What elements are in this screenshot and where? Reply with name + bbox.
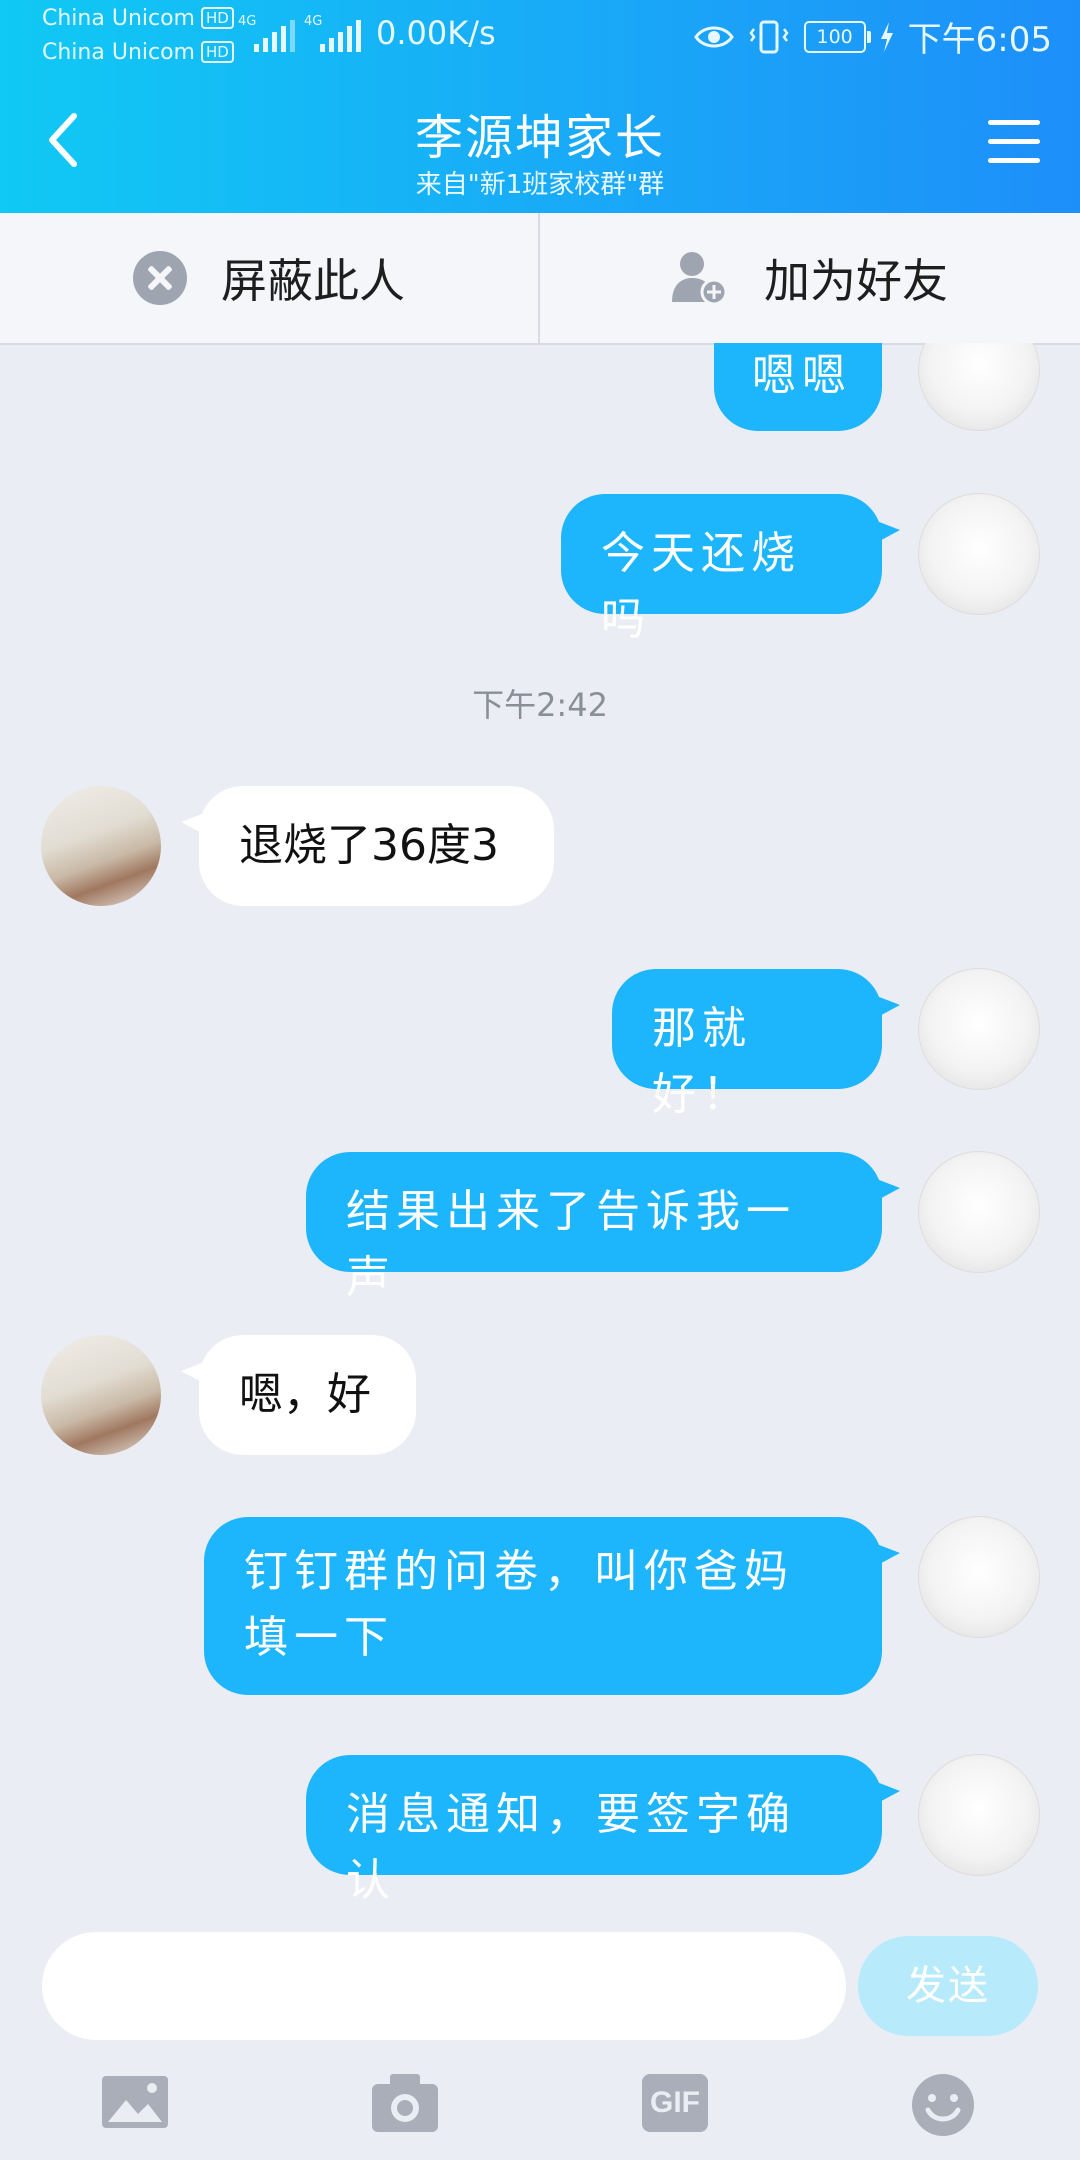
message-bubble-outgoing[interactable]: 消息通知，要签字确认 (306, 1755, 900, 1906)
status-bar: China Unicom HD China Unicom HD 4G 4G 0.00… (42, 6, 1052, 65)
add-friend-button[interactable]: 加为好友 (540, 213, 1078, 343)
header-bar: China Unicom HD China Unicom HD 4G 4G 0.00… (0, 0, 1080, 213)
page-subtitle: 来自"新1班家校群"群 (415, 170, 665, 200)
battery-icon: 100 (803, 20, 871, 53)
clock: 下午6:05 (907, 20, 1052, 60)
message-text: 退烧了36度3 (239, 820, 499, 871)
charging-icon (880, 21, 893, 52)
avatar[interactable] (918, 1754, 1040, 1876)
carrier-1: China Unicom HD (42, 6, 234, 31)
menu-button[interactable] (988, 120, 1040, 166)
message-text: 钉钉群的问卷，叫你爸妈填一下 (244, 1546, 794, 1663)
message-timestamp: 下午2:42 (472, 686, 608, 724)
avatar[interactable] (918, 493, 1040, 615)
message-bubble-outgoing[interactable]: 结果出来了告诉我一声 (306, 1152, 900, 1303)
status-right: 100 下午6:05 (693, 12, 1052, 61)
avatar[interactable] (918, 968, 1040, 1090)
message-text: 今天还烧吗 (601, 528, 801, 645)
action-bar: 屏蔽此人 加为好友 (0, 213, 1080, 345)
emoji-icon (912, 2074, 974, 2136)
message-text: 那就好！ (652, 1003, 752, 1120)
hd-badge: HD (200, 41, 234, 63)
block-icon (133, 251, 187, 305)
image-icon (102, 2076, 168, 2128)
gif-label: GIF (650, 2086, 700, 2119)
message-input[interactable] (42, 1932, 846, 2040)
message-bubble-incoming[interactable]: 退烧了36度3 (181, 786, 554, 906)
message-text: 结果出来了告诉我一声 (346, 1186, 796, 1303)
add-friend-label: 加为好友 (764, 254, 948, 308)
chat-area[interactable]: 嗯嗯 今天还烧吗 下午2:42 退烧了36度3 那就好！ 结果出来了告诉我一声 … (0, 343, 1080, 1913)
carrier-2: China Unicom HD (42, 40, 234, 65)
composer-toolbar: GIF (0, 2060, 1080, 2160)
camera-button[interactable] (370, 2072, 440, 2138)
menu-icon (988, 120, 1040, 125)
block-user-button[interactable]: 屏蔽此人 (0, 213, 538, 343)
send-button[interactable]: 发送 (858, 1936, 1038, 2036)
avatar[interactable] (918, 1516, 1040, 1638)
avatar[interactable] (918, 343, 1040, 431)
message-bubble-outgoing[interactable]: 那就好！ (612, 969, 900, 1120)
message-bubble-outgoing[interactable]: 钉钉群的问卷，叫你爸妈填一下 (204, 1517, 900, 1695)
eye-icon (693, 26, 734, 47)
block-user-label: 屏蔽此人 (221, 254, 405, 308)
avatar[interactable] (918, 1151, 1040, 1273)
message-bubble-incoming[interactable]: 嗯，好 (181, 1335, 416, 1455)
avatar[interactable] (41, 786, 161, 906)
message-text: 嗯，好 (239, 1369, 371, 1420)
message-text: 嗯嗯 (752, 350, 852, 401)
hd-badge: HD (200, 7, 234, 29)
network-speed: 0.00K/s (376, 14, 496, 52)
add-friend-icon (672, 252, 728, 306)
avatar[interactable] (41, 1335, 161, 1455)
message-text: 消息通知，要签字确认 (346, 1789, 796, 1906)
camera-icon (372, 2074, 438, 2132)
emoji-button[interactable] (910, 2072, 980, 2138)
message-bubble-outgoing[interactable]: 今天还烧吗 (561, 494, 900, 645)
message-bubble-outgoing[interactable]: 嗯嗯 (714, 343, 882, 431)
page-title: 李源坤家长 (414, 110, 665, 166)
vibrate-icon (749, 20, 789, 53)
gif-button[interactable]: GIF (640, 2072, 710, 2138)
image-button[interactable] (100, 2072, 170, 2138)
